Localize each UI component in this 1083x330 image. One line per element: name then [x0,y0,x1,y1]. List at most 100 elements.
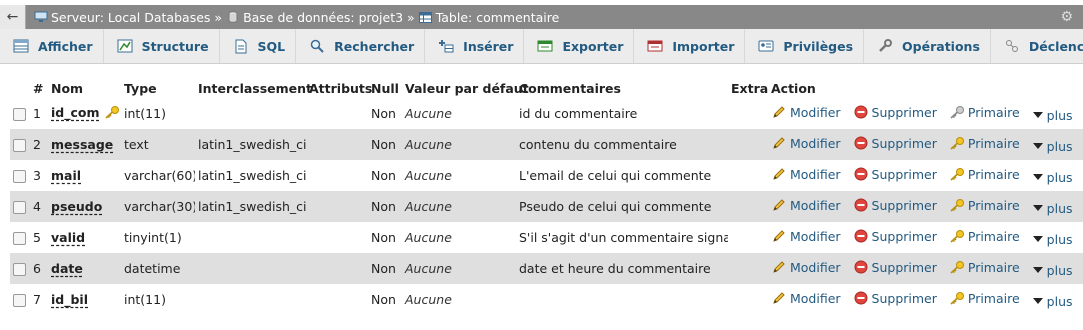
primary-link[interactable]: Primaire [949,166,1020,182]
row-num: 5 [30,222,48,253]
primary-link[interactable]: Primaire [949,197,1020,213]
primary-link[interactable]: Primaire [949,135,1020,151]
header-name: Nom [48,78,121,98]
row-checkbox[interactable] [13,139,26,152]
breadcrumb-server[interactable]: Serveur: Local Databases [34,10,210,25]
tab-privileges[interactable]: Privilèges [745,29,865,63]
field-default: Aucune [402,98,516,129]
delete-link[interactable]: Supprimer [853,290,937,306]
modify-link[interactable]: Modifier [771,104,841,120]
tab-browse[interactable]: Afficher [0,29,104,63]
field-type: text [121,129,195,160]
field-extra [728,253,768,284]
delete-link[interactable]: Supprimer [853,135,937,151]
field-null: Non [368,98,402,129]
field-comment: date et heure du commentaire [516,253,728,284]
row-checkbox[interactable] [13,263,26,276]
modify-link[interactable]: Modifier [771,259,841,275]
database-icon [226,11,240,23]
tab-insert[interactable]: Insérer [425,29,525,63]
breadcrumb-table[interactable]: Table: commentaire [419,10,559,25]
row-checkbox[interactable] [13,170,26,183]
field-name[interactable]: mail [51,168,81,183]
row-name-cell: mail [48,160,121,191]
field-comment: L'email de celui qui commente [516,160,728,191]
more-dropdown[interactable]: plus [1032,138,1073,154]
delete-link[interactable]: Supprimer [853,166,937,182]
field-name[interactable]: valid [51,230,85,245]
key-icon [949,166,965,182]
field-extra [728,222,768,253]
row-actions: Modifier Supprimer Primaire plus [768,98,1083,129]
row-checkbox[interactable] [13,108,26,121]
pencil-icon [771,197,787,213]
field-extra [728,129,768,160]
browse-icon [12,38,30,54]
delete-link[interactable]: Supprimer [853,259,937,275]
tab-export[interactable]: Exporter [524,29,635,63]
field-attributes [306,284,368,315]
primary-link[interactable]: Primaire [949,104,1020,120]
modify-link[interactable]: Modifier [771,166,841,182]
field-name[interactable]: pseudo [51,199,102,214]
header-type: Type [121,78,195,98]
field-attributes [306,222,368,253]
tab-import[interactable]: Importer [634,29,746,63]
more-dropdown[interactable]: plus [1032,231,1073,247]
row-actions: Modifier Supprimer Primaire plus [768,129,1083,160]
row-checkbox[interactable] [13,201,26,214]
field-name[interactable]: id_bil [51,292,88,307]
modify-link[interactable]: Modifier [771,290,841,306]
row-num: 2 [30,129,48,160]
field-name[interactable]: id_com [51,105,100,120]
row-name-cell: id_bil [48,284,121,315]
tab-search[interactable]: Rechercher [296,29,426,63]
import-icon [646,38,664,54]
delete-icon [853,104,869,120]
row-checkbox[interactable] [13,232,26,245]
field-name[interactable]: message [51,137,113,152]
modify-link[interactable]: Modifier [771,228,841,244]
table-row: 2 message text latin1_swedish_ci Non Auc… [10,129,1083,160]
delete-icon [853,228,869,244]
field-default: Aucune [402,253,516,284]
tab-operations[interactable]: Opérations [864,29,991,63]
gear-icon[interactable]: ⚙ [1060,9,1073,25]
breadcrumb: Serveur: Local Databases » Base de donné… [26,10,559,25]
field-default: Aucune [402,191,516,222]
more-dropdown[interactable]: plus [1032,262,1073,278]
modify-link[interactable]: Modifier [771,197,841,213]
pencil-icon [771,259,787,275]
tab-structure[interactable]: Structure [104,29,220,63]
field-collation: latin1_swedish_ci [195,129,306,160]
key-icon [949,135,965,151]
field-null: Non [368,191,402,222]
tab-triggers[interactable]: Déclencheurs [991,29,1083,63]
row-checkbox[interactable] [13,294,26,307]
more-dropdown[interactable]: plus [1032,200,1073,216]
delete-link[interactable]: Supprimer [853,197,937,213]
modify-link[interactable]: Modifier [771,135,841,151]
delete-link[interactable]: Supprimer [853,104,937,120]
back-arrow-icon[interactable]: ← [0,5,26,29]
more-dropdown[interactable]: plus [1032,293,1073,309]
table-header: # Nom Type Interclassement Attributs Nul… [10,78,1083,98]
field-null: Non [368,222,402,253]
table-row: 4 pseudo varchar(30) latin1_swedish_ci N… [10,191,1083,222]
breadcrumb-database[interactable]: Base de données: projet3 [226,10,403,25]
delete-link[interactable]: Supprimer [853,228,937,244]
insert-icon [437,38,455,54]
primary-link[interactable]: Primaire [949,259,1020,275]
field-extra [728,284,768,315]
primary-link[interactable]: Primaire [949,228,1020,244]
tab-sql[interactable]: SQL [220,29,297,63]
field-name[interactable]: date [51,261,83,276]
more-dropdown[interactable]: plus [1032,107,1073,123]
field-collation [195,284,306,315]
field-null: Non [368,129,402,160]
primary-link[interactable]: Primaire [949,290,1020,306]
table-row: 5 valid tinyint(1) Non Aucune S'il s'agi… [10,222,1083,253]
more-dropdown[interactable]: plus [1032,169,1073,185]
row-num: 3 [30,160,48,191]
field-comment: id du commentaire [516,98,728,129]
